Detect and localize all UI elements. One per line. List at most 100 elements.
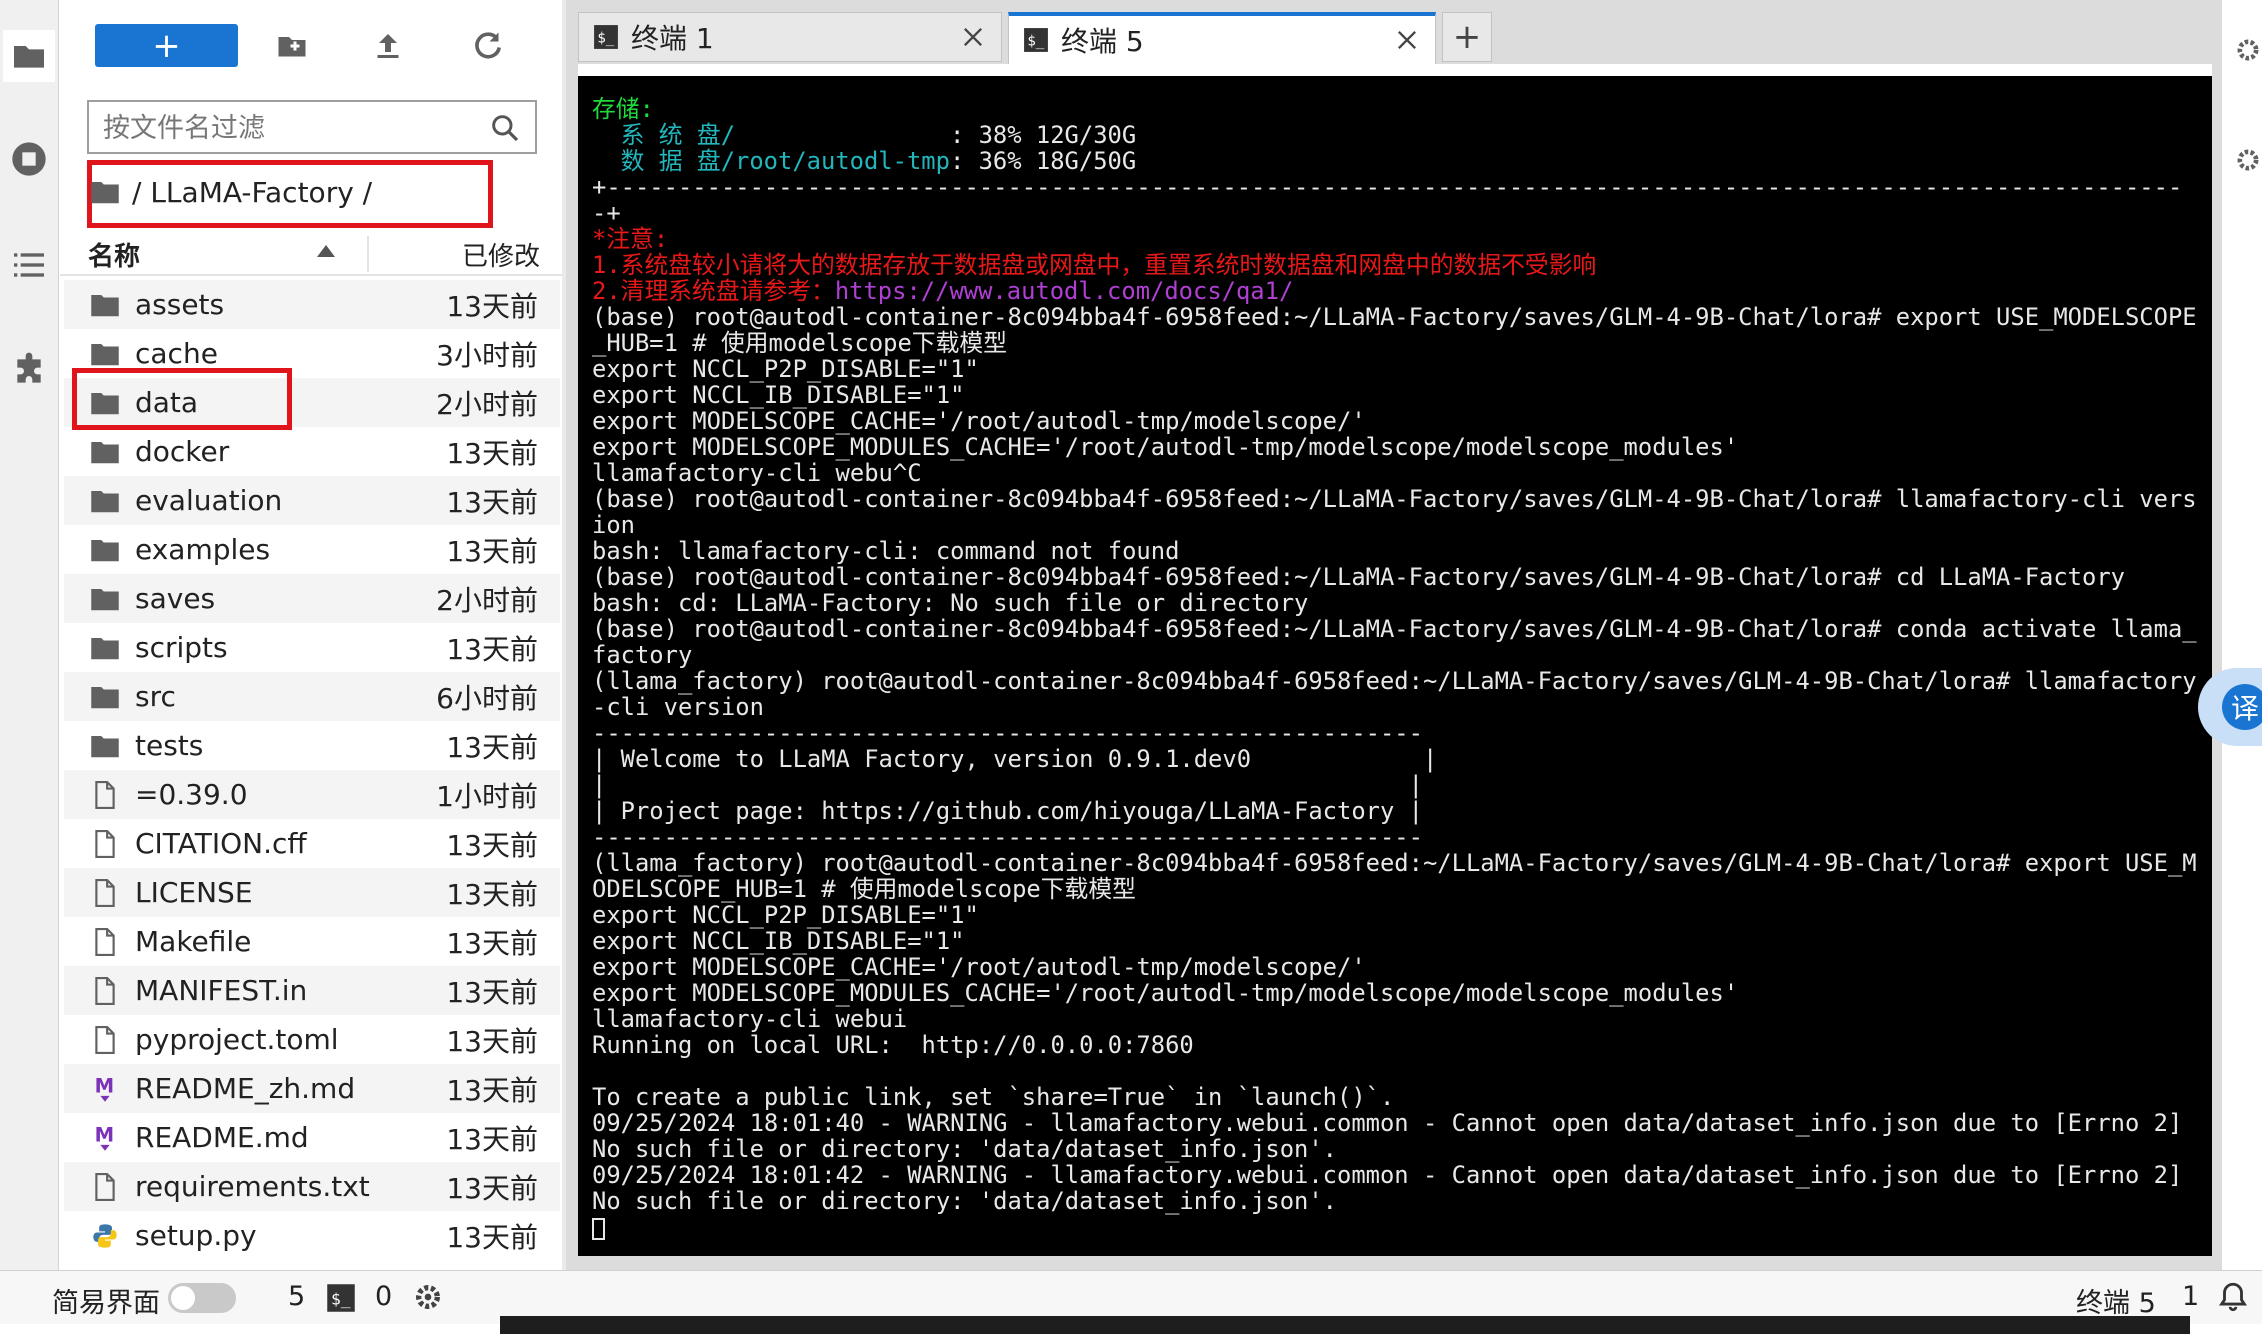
gear-icon[interactable]: [2234, 36, 2262, 64]
file-name: pyproject.toml: [135, 1023, 339, 1056]
gear-icon[interactable]: [412, 1281, 444, 1313]
terminal-segment: 存储:: [592, 95, 654, 123]
terminal-cursor[interactable]: [592, 1217, 605, 1240]
column-modified-header[interactable]: 已修改: [462, 236, 540, 273]
breadcrumb[interactable]: / LLaMA-Factory /: [90, 172, 372, 212]
terminal-segment: -cli version: [592, 693, 764, 721]
terminal-line: *注意:: [592, 226, 2204, 252]
terminal-icon: $_: [594, 25, 618, 49]
file-row-docker[interactable]: docker 13天前: [64, 427, 560, 476]
file-modified: 13天前: [446, 1122, 538, 1156]
new-tab-button[interactable]: +: [1442, 12, 1492, 62]
terminal-icon: $_: [1024, 28, 1048, 52]
simple-mode-toggle[interactable]: [168, 1283, 236, 1313]
file-row-evaluation[interactable]: evaluation 13天前: [64, 476, 560, 525]
file-row-scripts[interactable]: scripts 13天前: [64, 623, 560, 672]
file-row-assets[interactable]: assets 13天前: [64, 280, 560, 329]
file-row-0-39-0[interactable]: =0.39.0 1小时前: [64, 770, 560, 819]
file-name: docker: [135, 435, 230, 468]
file-list-header: 名称 已修改: [60, 234, 564, 276]
upload-icon[interactable]: [370, 28, 406, 64]
terminal-segment: _HUB=1 # 使用modelscope下载模型: [592, 329, 1007, 357]
terminal-segment: export NCCL_P2P_DISABLE="1": [592, 355, 979, 383]
terminal-icon[interactable]: $_: [326, 1283, 356, 1313]
filter-input[interactable]: [101, 108, 475, 148]
file-row-saves[interactable]: saves 2小时前: [64, 574, 560, 623]
file-name: assets: [135, 288, 225, 321]
file-name: src: [135, 680, 176, 713]
refresh-icon[interactable]: [470, 28, 506, 64]
close-icon[interactable]: [1393, 26, 1421, 54]
terminal-segment: ----------------------------------------…: [592, 823, 1423, 851]
file-modified: 3小时前: [436, 338, 538, 372]
terminal-line: _HUB=1 # 使用modelscope下载模型: [592, 330, 2204, 356]
file-modified: 13天前: [446, 975, 538, 1009]
file-modified: 13天前: [446, 1171, 538, 1205]
terminal-line: ----------------------------------------…: [592, 720, 2204, 746]
file-row-manifest-in[interactable]: MANIFEST.in 13天前: [64, 966, 560, 1015]
running-sessions-stop-circle-icon[interactable]: [6, 136, 52, 182]
terminal-line: 1.系统盘较小请将大的数据存放于数据盘或网盘中，重置系统时数据盘和网盘中的数据不…: [592, 252, 2204, 278]
terminal-segment: (llama_factory) root@autodl-container-8c…: [592, 667, 2197, 695]
markdown-icon: M: [95, 1074, 114, 1102]
table-of-contents-list-icon[interactable]: [6, 242, 52, 288]
terminal-segment: ODELSCOPE_HUB=1 # 使用modelscope下载模型: [592, 875, 1136, 903]
terminal-line: -+: [592, 200, 2204, 226]
file-row-license[interactable]: LICENSE 13天前: [64, 868, 560, 917]
file-name: saves: [135, 582, 216, 615]
search-icon[interactable]: [489, 112, 521, 144]
file-row-setup-py[interactable]: setup.py 13天前: [64, 1211, 560, 1260]
new-launcher-button[interactable]: +: [95, 24, 238, 67]
main-dock-area: $_ 终端 1 $_ 终端 5 + 存储: 系 统 盘/ : 38% 12G/3…: [566, 0, 2222, 1270]
markdown-icon: M: [95, 1123, 114, 1151]
file-modified: 13天前: [446, 436, 538, 470]
file-row-citation-cff[interactable]: CITATION.cff 13天前: [64, 819, 560, 868]
file-row-tests[interactable]: tests 13天前: [64, 721, 560, 770]
file-row-pyproject-toml[interactable]: pyproject.toml 13天前: [64, 1015, 560, 1064]
terminal-segment: | Project page: https://github.com/hiyou…: [592, 797, 1423, 825]
data-folder-highlight-box: [72, 368, 292, 430]
tab-terminal-5[interactable]: $_ 终端 5: [1008, 12, 1436, 64]
terminal-segment: (base) root@autodl-container-8c094bba4f-…: [592, 563, 2125, 591]
extension-manager-puzzle-icon[interactable]: [6, 348, 52, 394]
filter-box: [87, 100, 537, 154]
folder-icon: [91, 736, 119, 758]
tab-label: 终端 5: [1061, 25, 1144, 58]
terminal-segment: (base) root@autodl-container-8c094bba4f-…: [592, 615, 2197, 643]
file-row-readme-zh-md[interactable]: M README_zh.md 13天前: [64, 1064, 560, 1113]
tab-terminal-1[interactable]: $_ 终端 1: [578, 12, 1002, 62]
terminal-segment: : 38% 12G/30G: [949, 121, 1137, 149]
terminal-count[interactable]: 0: [375, 1281, 392, 1312]
file-name: Makefile: [135, 925, 252, 958]
breadcrumb-path[interactable]: / LLaMA-Factory /: [132, 176, 372, 209]
file-browser-tab-folder-icon[interactable]: [3, 30, 55, 82]
column-divider[interactable]: [367, 236, 369, 272]
terminal-segment: export MODELSCOPE_CACHE='/root/autodl-tm…: [592, 407, 1366, 435]
file-row-readme-md[interactable]: M README.md 13天前: [64, 1113, 560, 1162]
terminal-output[interactable]: 存储: 系 统 盘/ : 38% 12G/30G 数 据 盘/root/auto…: [578, 76, 2212, 1256]
terminal-top-strip: [578, 64, 2212, 76]
sort-ascending-icon[interactable]: [316, 244, 336, 258]
file-row-makefile[interactable]: Makefile 13天前: [64, 917, 560, 966]
kernel-count[interactable]: 5: [288, 1281, 305, 1312]
column-name-header[interactable]: 名称: [88, 236, 140, 273]
terminal-segment: -+: [592, 199, 621, 227]
debugger-gear-icon[interactable]: [2234, 146, 2262, 174]
terminal-line: ion: [592, 512, 2204, 538]
terminal-line: ODELSCOPE_HUB=1 # 使用modelscope下载模型: [592, 876, 2204, 902]
close-icon[interactable]: [959, 23, 987, 51]
file-modified: 6小时前: [436, 681, 538, 715]
file-row-src[interactable]: src 6小时前: [64, 672, 560, 721]
folder-icon: [91, 540, 119, 562]
svg-text:$_: $_: [1027, 33, 1044, 49]
folder-icon: [91, 638, 119, 660]
simple-mode-label: 简易界面: [52, 1288, 160, 1319]
terminal-segment: (base) root@autodl-container-8c094bba4f-…: [592, 485, 2197, 513]
terminal-segment: https://www.autodl.com/docs/qa1/: [834, 277, 1294, 305]
file-row-examples[interactable]: examples 13天前: [64, 525, 560, 574]
new-folder-icon[interactable]: [274, 28, 310, 64]
bell-icon[interactable]: [2216, 1279, 2250, 1315]
terminal-segment: factory: [592, 641, 693, 669]
file-row-requirements-txt[interactable]: requirements.txt 13天前: [64, 1162, 560, 1211]
terminal-segment: 09/25/2024 18:01:42 - WARNING - llamafac…: [592, 1161, 2183, 1189]
